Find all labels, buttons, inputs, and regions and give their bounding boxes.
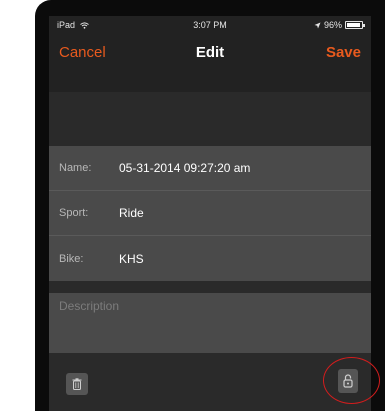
save-button[interactable]: Save <box>326 44 361 61</box>
activity-form: Name: 05-31-2014 09:27:20 am Sport: Ride… <box>49 146 371 281</box>
name-value[interactable]: 05-31-2014 09:27:20 am <box>119 161 250 175</box>
bottom-toolbar <box>49 353 371 411</box>
page-title: Edit <box>195 44 225 61</box>
name-label: Name: <box>59 162 92 174</box>
app-screen: iPad 3:07 PM 96% Cancel Edit Save Name: … <box>49 16 371 411</box>
bike-value[interactable]: KHS <box>119 252 144 266</box>
ipad-device-frame: iPad 3:07 PM 96% Cancel Edit Save Name: … <box>35 0 385 411</box>
battery-fill <box>347 23 361 27</box>
sport-label: Sport: <box>59 207 89 219</box>
sport-value[interactable]: Ride <box>119 206 144 220</box>
status-right: 96% <box>314 20 365 30</box>
lock-button[interactable] <box>338 369 358 393</box>
section-spacer-top <box>49 92 371 146</box>
lock-icon <box>343 374 353 388</box>
description-section <box>49 293 371 353</box>
name-row[interactable]: Name: 05-31-2014 09:27:20 am <box>49 146 371 191</box>
description-field[interactable] <box>59 299 359 347</box>
bike-label: Bike: <box>59 252 84 265</box>
battery-icon <box>345 21 365 29</box>
delete-button[interactable] <box>66 373 88 395</box>
battery-percent: 96% <box>323 20 342 30</box>
section-spacer-middle <box>49 281 371 293</box>
status-bar: iPad 3:07 PM 96% <box>49 16 371 34</box>
navigation-bar: Cancel Edit Save <box>49 34 371 92</box>
location-arrow-icon <box>314 22 321 28</box>
trash-icon <box>72 378 82 390</box>
bike-row[interactable]: Bike: KHS <box>49 236 371 281</box>
sport-row[interactable]: Sport: Ride <box>49 191 371 236</box>
